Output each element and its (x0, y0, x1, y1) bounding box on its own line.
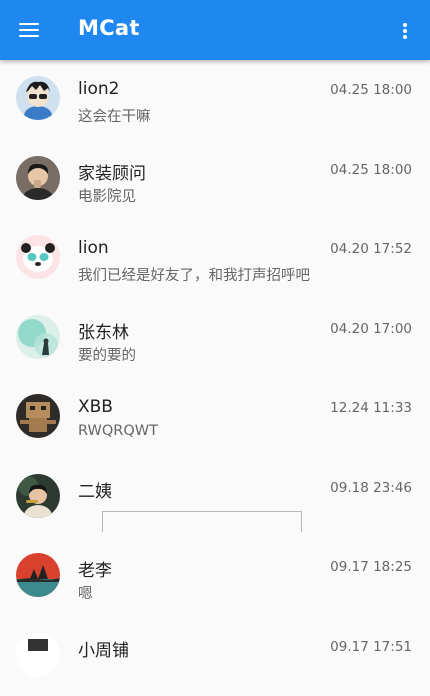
contact-name: 二姨 (78, 477, 112, 502)
contact-name: lion2 (78, 79, 119, 99)
conversation-item[interactable]: 小周铺 09.17 17:51 (0, 617, 430, 696)
contact-name: 张东林 (78, 318, 129, 343)
app-bar: MCat (0, 0, 430, 60)
timestamp: 04.20 17:00 (330, 321, 412, 337)
avatar (16, 235, 60, 279)
message-preview: RWQRQWT (78, 423, 158, 439)
message-preview: 电影院见 (78, 185, 136, 206)
avatar (16, 633, 60, 677)
conversation-item[interactable]: 张东林 04.20 17:00 要的要的 (0, 299, 430, 379)
app-title: MCat (78, 16, 140, 40)
conversation-item[interactable]: 家装顾问 04.25 18:00 电影院见 (0, 140, 430, 220)
contact-name: 老李 (78, 556, 112, 581)
avatar (16, 76, 60, 120)
avatar (16, 315, 60, 359)
conversation-item[interactable]: 老李 09.17 18:25 嗯 (0, 537, 430, 617)
avatar (16, 394, 60, 438)
timestamp: 04.20 17:52 (330, 241, 412, 257)
conversation-item[interactable]: lion 04.20 17:52 我们已经是好友了，和我打声招呼吧 (0, 219, 430, 299)
conversation-item[interactable]: lion2 04.25 18:00 这会在干嘛 (0, 60, 430, 140)
contact-name: lion (78, 238, 109, 258)
timestamp: 04.25 18:00 (330, 162, 412, 178)
menu-icon[interactable] (12, 15, 46, 45)
timestamp: 09.17 18:25 (330, 559, 412, 575)
timestamp: 04.25 18:00 (330, 82, 412, 98)
more-vertical-icon[interactable] (390, 15, 420, 45)
conversation-item[interactable]: XBB 12.24 11:33 RWQRQWT (0, 378, 430, 458)
timestamp: 09.18 23:46 (330, 480, 412, 496)
contact-name: 家装顾问 (78, 159, 146, 184)
popup-frame (102, 511, 302, 532)
avatar (16, 474, 60, 518)
contact-name: 小周铺 (78, 636, 129, 661)
message-preview: 我们已经是好友了，和我打声招呼吧 (78, 264, 310, 285)
timestamp: 12.24 11:33 (330, 400, 412, 416)
timestamp: 09.17 17:51 (330, 639, 412, 655)
avatar (16, 553, 60, 597)
avatar (16, 156, 60, 200)
message-preview: 嗯 (78, 582, 93, 603)
conversation-list: lion2 04.25 18:00 这会在干嘛 家装顾问 04.25 18:00… (0, 60, 430, 696)
contact-name: XBB (78, 397, 113, 417)
message-preview: 要的要的 (78, 344, 136, 365)
message-preview: 这会在干嘛 (78, 105, 151, 126)
